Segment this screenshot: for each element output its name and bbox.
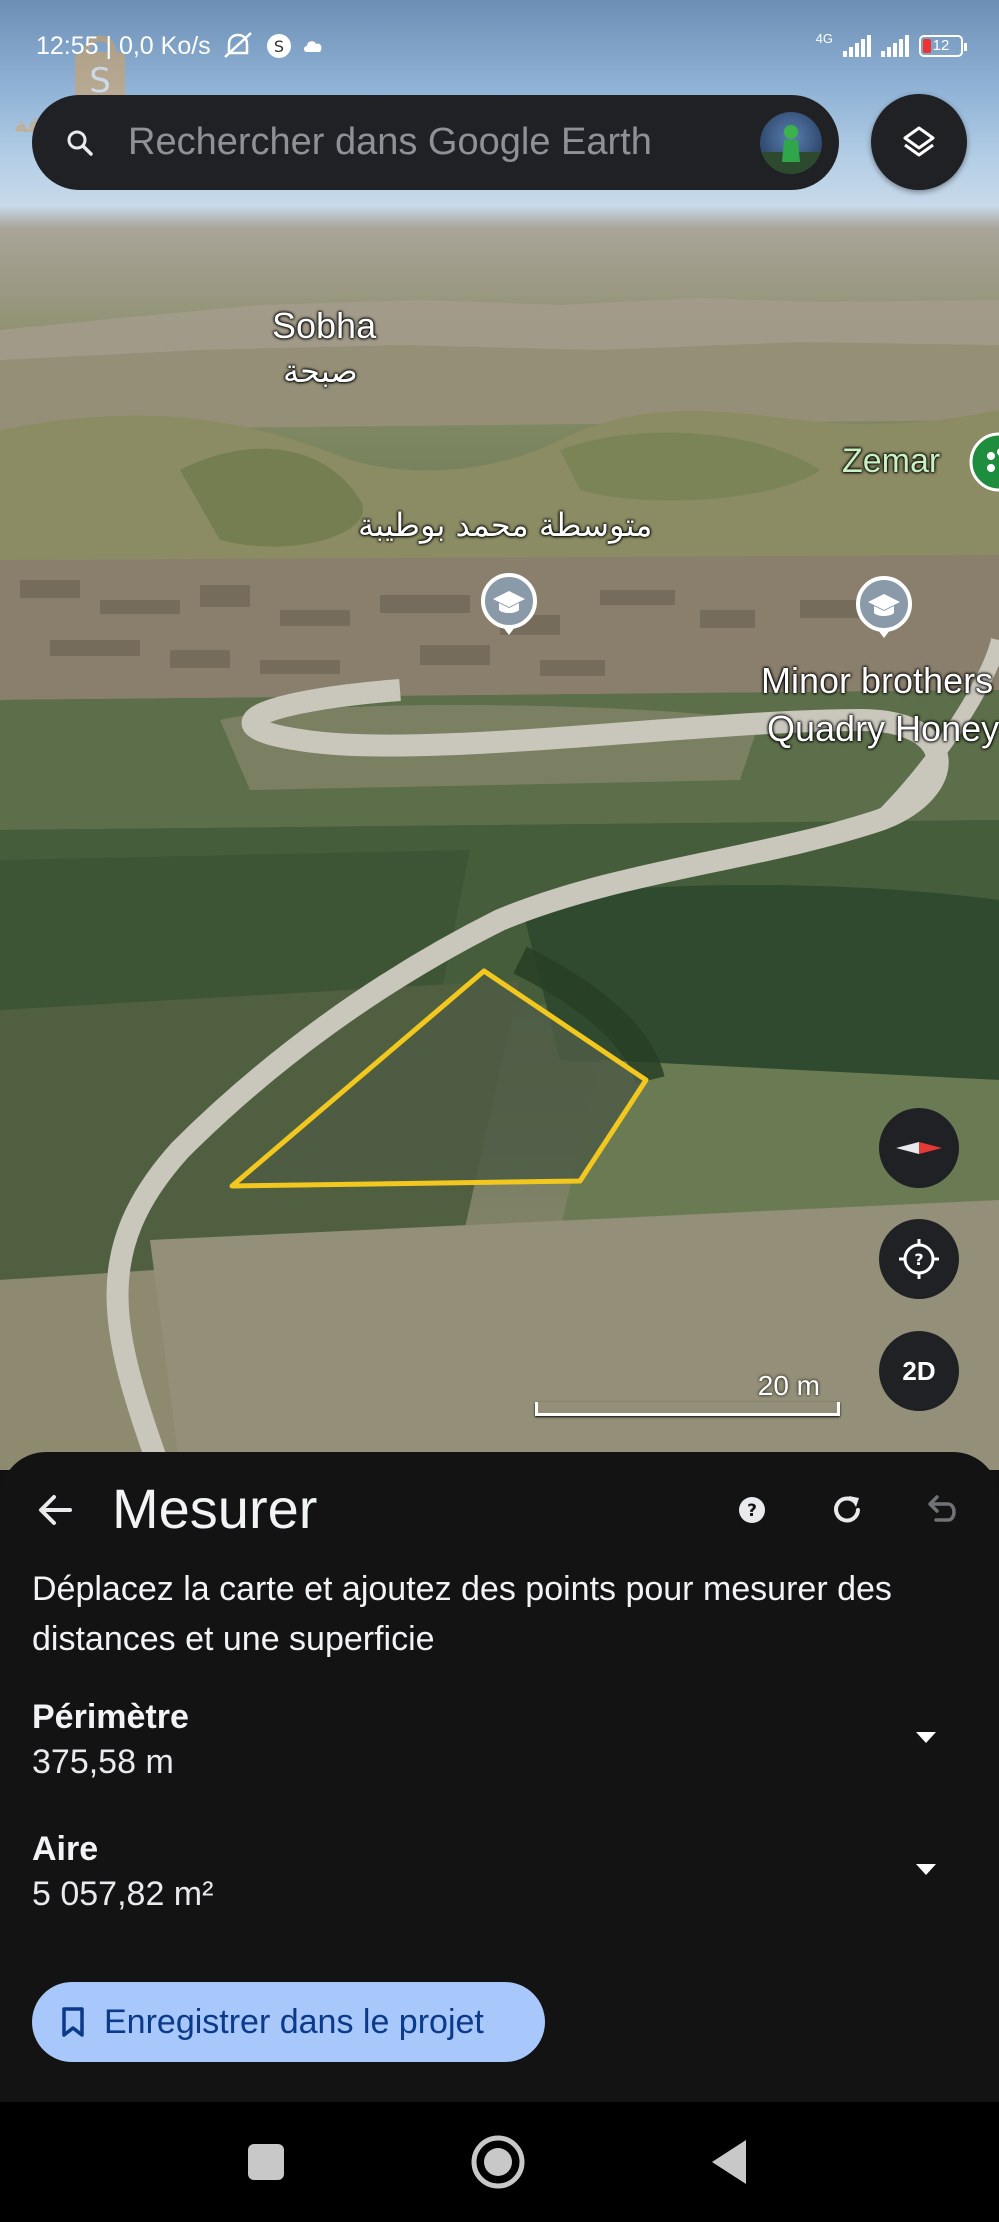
save-to-project-label: Enregistrer dans le projet	[104, 2002, 484, 2041]
scale-bar-line	[535, 1402, 840, 1416]
view-mode-2d-button[interactable]: 2D	[879, 1331, 959, 1411]
place-label-minor-brothers[interactable]: Minor brothers	[761, 660, 993, 702]
avatar-image	[760, 124, 822, 174]
place-label-school[interactable]: متوسطة محمد بوطيبة	[358, 506, 652, 544]
place-label-sobha-arabic[interactable]: صبحة	[283, 352, 358, 390]
search-icon[interactable]	[66, 129, 94, 157]
place-icon[interactable]	[969, 432, 999, 492]
my-location-icon: ?	[899, 1239, 939, 1279]
back-button[interactable]	[700, 2132, 760, 2192]
area-label: Aire	[32, 1830, 99, 1868]
recents-button[interactable]	[236, 2132, 296, 2192]
signal-strength-icon-2	[881, 35, 909, 57]
svg-text:S: S	[274, 37, 284, 56]
redo-icon[interactable]	[825, 1488, 869, 1532]
network-type: 4G	[815, 30, 833, 46]
cloud-icon	[303, 41, 322, 52]
back-arrow-icon[interactable]	[30, 1484, 82, 1536]
place-label-quadry-honey[interactable]: Quadry Honey	[767, 708, 999, 750]
scale-bar: 20 m	[535, 1370, 840, 1420]
battery-icon: 12	[919, 35, 967, 57]
area-value: 5 057,82 m²	[32, 1875, 214, 1913]
layers-icon	[903, 126, 935, 157]
compass-icon	[896, 1142, 942, 1154]
app-notification-icon: S	[266, 34, 291, 58]
search-input[interactable]	[128, 121, 760, 164]
search-bar[interactable]	[32, 95, 839, 190]
notifications-off-icon	[223, 32, 252, 58]
compass-button[interactable]	[879, 1108, 959, 1188]
my-location-button[interactable]: ?	[879, 1219, 959, 1299]
status-bar: 12:55 | 0,0 Ko/s S 4G 12	[0, 0, 999, 92]
measure-instructions: Déplacez la carte et ajoutez des points …	[32, 1570, 892, 1658]
status-time: 12:55 | 0,0 Ko/s	[36, 31, 211, 60]
place-label-sobha[interactable]: Sobha	[272, 305, 376, 347]
map-view[interactable]: S سويقة | Swiga 12:55 | 0,0 Ko/s S 4G 12	[0, 0, 999, 1470]
perimeter-label: Périmètre	[32, 1698, 189, 1736]
school-icon-2[interactable]	[856, 576, 912, 638]
save-to-project-button[interactable]: Enregistrer dans le projet	[32, 1982, 545, 2062]
system-nav-bar	[0, 2102, 999, 2222]
perimeter-value: 375,58 m	[32, 1743, 174, 1781]
perimeter-row[interactable]: Périmètre 375,58 m	[32, 1698, 962, 1808]
area-row[interactable]: Aire 5 057,82 m²	[32, 1830, 962, 1940]
measure-panel-header: Mesurer ?	[0, 1452, 999, 1562]
page-title: Mesurer	[112, 1477, 318, 1540]
scale-label: 20 m	[757, 1370, 820, 1401]
school-icon[interactable]	[481, 573, 537, 635]
perimeter-unit-dropdown-icon[interactable]	[916, 1732, 936, 1743]
help-icon[interactable]: ?	[730, 1488, 774, 1532]
signal-strength-icon	[843, 35, 871, 57]
bookmark-icon	[62, 2007, 84, 2037]
measure-panel: Mesurer ? Déplacez la carte et ajoutez d…	[0, 1452, 999, 2102]
area-unit-dropdown-icon[interactable]	[916, 1864, 936, 1875]
undo-icon[interactable]	[920, 1488, 964, 1532]
svg-text:?: ?	[914, 1250, 923, 1269]
avatar[interactable]	[760, 111, 822, 174]
layers-button[interactable]	[871, 94, 967, 190]
place-label-zemar[interactable]: Zemar	[842, 442, 940, 481]
home-button[interactable]	[468, 2132, 528, 2192]
svg-text:?: ?	[747, 1501, 757, 1521]
